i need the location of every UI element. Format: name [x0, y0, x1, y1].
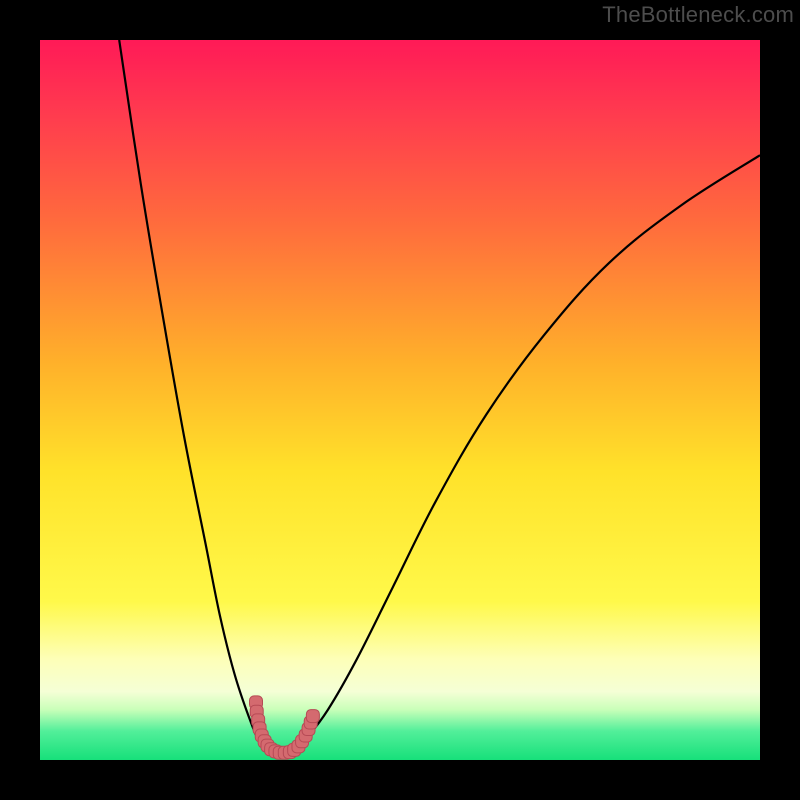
watermark-text: TheBottleneck.com — [602, 2, 794, 28]
plot-area — [40, 40, 760, 760]
background-gradient — [40, 40, 760, 760]
chart-frame: TheBottleneck.com — [0, 0, 800, 800]
